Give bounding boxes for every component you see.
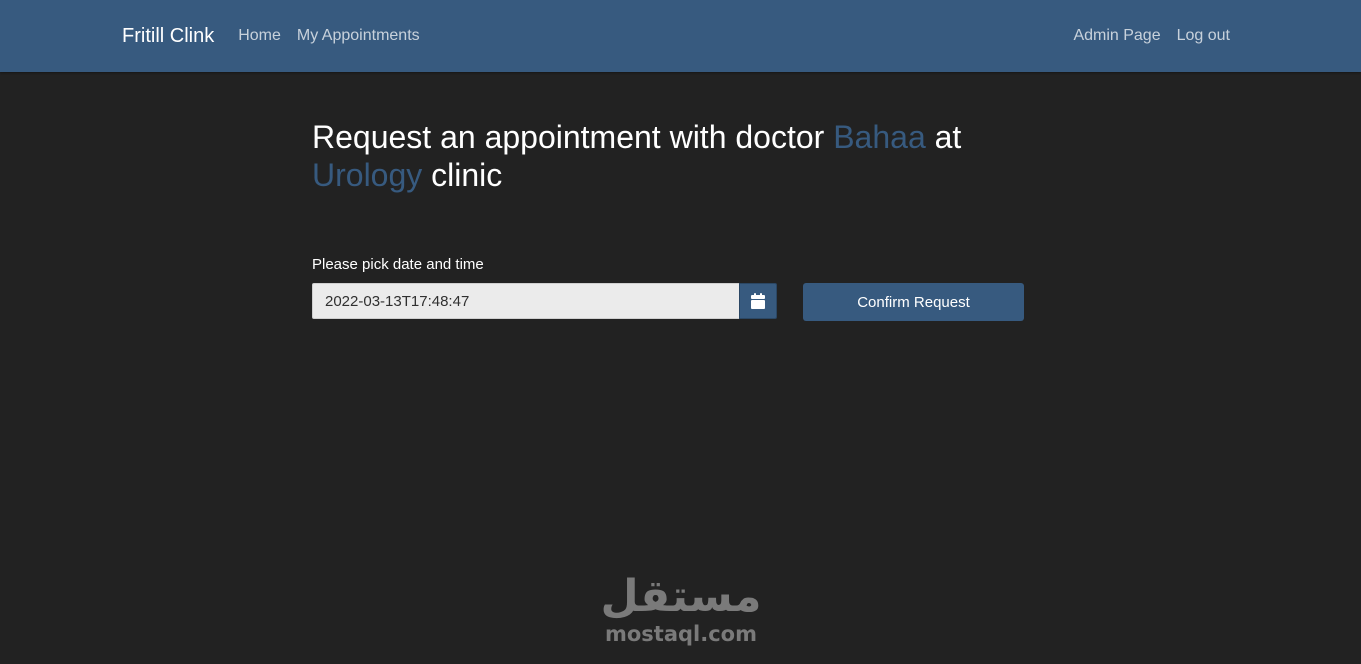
nav-link-admin-page[interactable]: Admin Page	[1073, 27, 1160, 45]
brand-link[interactable]: Fritill Clink	[122, 25, 214, 48]
clinic-name: Urology	[312, 157, 423, 193]
page-title: Request an appointment with doctor Bahaa…	[312, 118, 1012, 194]
main-content: Request an appointment with doctor Bahaa…	[312, 118, 1024, 321]
confirm-request-button[interactable]: Confirm Request	[803, 283, 1024, 321]
navbar-right: Admin Page Log out	[1073, 27, 1230, 45]
navbar-left: Fritill Clink Home My Appointments	[122, 25, 436, 48]
nav-link-my-appointments[interactable]: My Appointments	[297, 27, 420, 45]
nav-link-home[interactable]: Home	[238, 27, 281, 45]
title-text-part3: clinic	[422, 157, 503, 193]
watermark-arabic: مستقل	[600, 571, 762, 622]
datetime-input[interactable]	[312, 283, 739, 319]
calendar-button[interactable]	[739, 283, 777, 319]
datetime-input-group	[312, 283, 777, 321]
nav-link-log-out[interactable]: Log out	[1177, 27, 1230, 45]
datetime-label: Please pick date and time	[312, 256, 484, 273]
doctor-name: Bahaa	[833, 119, 926, 155]
watermark-logo: مستقل mostaql.com	[598, 570, 764, 654]
title-text-part1: Request an appointment with doctor	[312, 119, 834, 155]
top-navbar: Fritill Clink Home My Appointments Admin…	[0, 0, 1361, 72]
calendar-icon	[751, 293, 765, 309]
navbar-container: Fritill Clink Home My Appointments Admin…	[122, 0, 1230, 72]
watermark-latin: mostaql.com	[605, 622, 757, 646]
title-text-part2: at	[925, 119, 962, 155]
